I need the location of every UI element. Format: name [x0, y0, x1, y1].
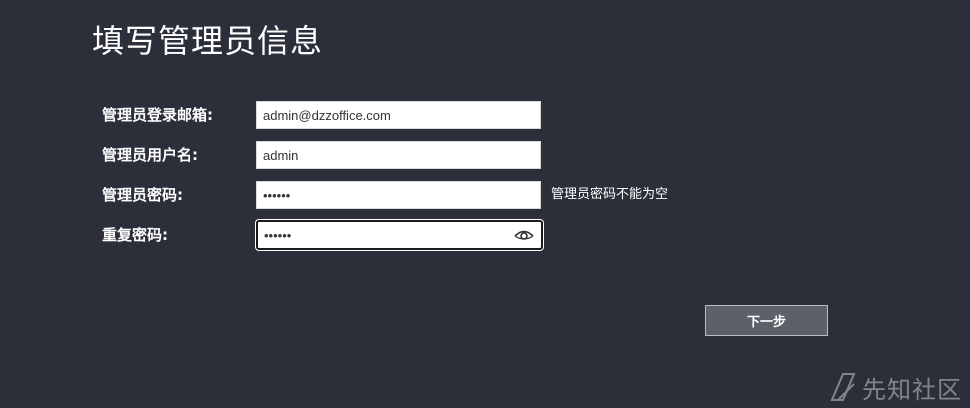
page-title: 填写管理员信息	[92, 22, 324, 60]
password-error-message: 管理员密码不能为空	[551, 187, 669, 202]
username-row: 管理员用户名:	[0, 140, 970, 170]
username-field[interactable]	[256, 141, 541, 169]
username-label: 管理员用户名:	[102, 146, 198, 164]
email-field[interactable]	[256, 101, 541, 129]
password-field[interactable]	[256, 181, 541, 209]
eye-icon[interactable]	[514, 227, 534, 243]
confirm-password-label: 重复密码:	[102, 226, 168, 244]
next-button[interactable]: 下一步	[705, 305, 828, 336]
watermark: 先知社区	[830, 370, 962, 404]
email-row: 管理员登录邮箱:	[0, 100, 970, 130]
email-label: 管理员登录邮箱:	[102, 106, 213, 124]
password-label: 管理员密码:	[102, 186, 183, 204]
confirm-password-row: 重复密码:	[0, 220, 970, 250]
confirm-password-field[interactable]	[256, 220, 543, 250]
password-row: 管理员密码: 管理员密码不能为空	[0, 180, 970, 210]
watermark-text: 先知社区	[862, 375, 962, 404]
watermark-logo-icon	[830, 373, 856, 401]
